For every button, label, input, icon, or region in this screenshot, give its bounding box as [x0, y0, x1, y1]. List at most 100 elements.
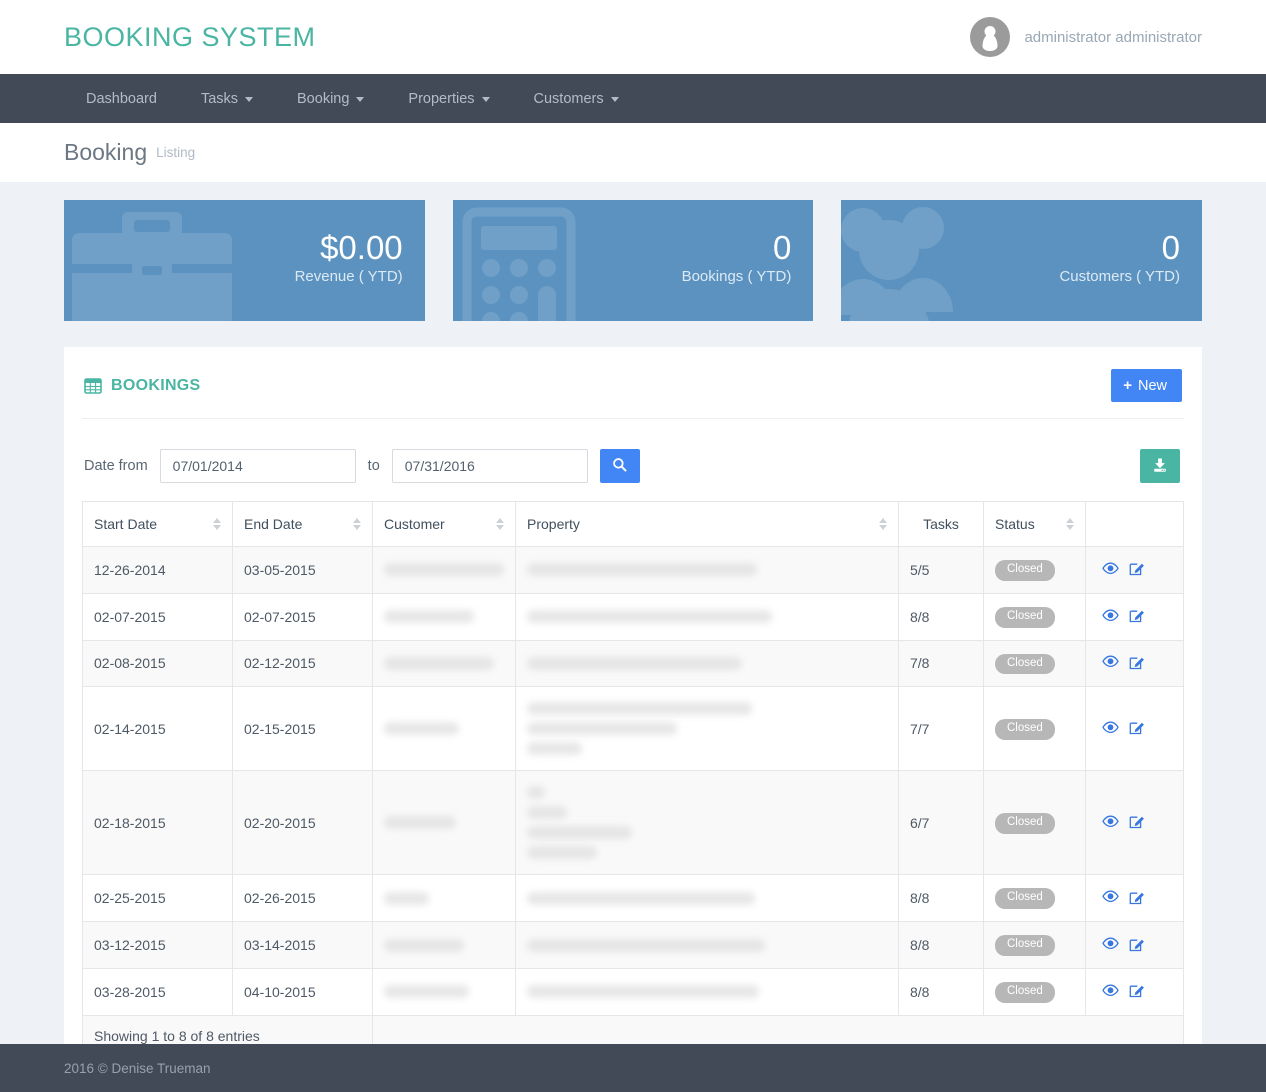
cell-actions: [1085, 921, 1184, 969]
stat-card-label: Customers ( YTD): [1059, 268, 1181, 286]
cell-start-date: 03-28-2015: [82, 967, 233, 1016]
sort-icon[interactable]: [879, 518, 887, 530]
table-row[interactable]: 02-07-2015 02-07-2015 8/8 Closed: [82, 592, 1184, 641]
redacted-text: [527, 563, 757, 577]
redacted-text: [384, 816, 456, 830]
cell-actions: [1085, 639, 1184, 688]
cell-end-date: 03-14-2015: [232, 921, 373, 969]
users-icon: [841, 200, 1021, 321]
nav-item-dashboard[interactable]: Dashboard: [64, 74, 179, 123]
sort-icon[interactable]: [353, 518, 361, 530]
main-navigation: Dashboard Tasks Booking Properties Custo…: [0, 74, 1266, 123]
user-menu[interactable]: administrator administrator: [970, 17, 1202, 57]
export-button[interactable]: [1140, 449, 1180, 483]
redacted-text: [527, 826, 632, 840]
status-badge: Closed: [995, 560, 1055, 581]
cell-end-date: 03-05-2015: [232, 546, 373, 594]
filter-toolbar: Date from to: [82, 419, 1184, 501]
column-label: Status: [995, 516, 1035, 532]
eye-icon[interactable]: [1102, 937, 1119, 953]
eye-icon[interactable]: [1102, 655, 1119, 671]
status-badge: Closed: [995, 653, 1055, 675]
eye-icon[interactable]: [1102, 562, 1119, 578]
redacted-text: [527, 610, 772, 624]
cell-start-date: 02-08-2015: [82, 639, 233, 688]
download-icon: [1152, 457, 1168, 476]
redacted-text: [384, 985, 469, 999]
redacted-text: [527, 742, 582, 756]
page-title: Booking: [64, 139, 148, 165]
cell-customer: [372, 686, 516, 772]
edit-icon[interactable]: [1129, 719, 1145, 738]
eye-icon[interactable]: [1102, 815, 1119, 831]
stat-card-customers[interactable]: 0 Customers ( YTD): [841, 200, 1203, 321]
table-row[interactable]: 12-26-2014 03-05-2015 5/5 Closed: [82, 546, 1184, 594]
cell-start-date: 03-12-2015: [82, 921, 233, 969]
date-to-label: to: [367, 458, 380, 474]
cell-status: Closed: [983, 921, 1086, 969]
cell-status: Closed: [983, 686, 1086, 772]
cell-tasks: 8/8: [898, 967, 984, 1016]
edit-icon[interactable]: [1129, 936, 1145, 955]
nav-item-booking[interactable]: Booking: [275, 74, 386, 123]
eye-icon[interactable]: [1102, 890, 1119, 906]
table-row[interactable]: 02-08-2015 02-12-2015 7/8 Closed: [82, 639, 1184, 688]
edit-icon[interactable]: [1129, 813, 1145, 832]
sort-icon[interactable]: [213, 518, 221, 530]
cell-actions: [1085, 874, 1184, 923]
column-label: Customer: [384, 516, 445, 532]
column-header-start-date[interactable]: Start Date: [82, 501, 233, 547]
table-row[interactable]: 03-12-2015 03-14-2015 8/8 Closed: [82, 921, 1184, 969]
table-row[interactable]: 02-25-2015 02-26-2015 8/8 Closed: [82, 874, 1184, 923]
cell-customer: [372, 546, 516, 594]
app-brand-title[interactable]: BOOKING SYSTEM: [64, 22, 316, 53]
eye-icon[interactable]: [1102, 984, 1119, 1000]
redacted-text: [384, 891, 429, 905]
cell-customer: [372, 592, 516, 641]
nav-item-customers[interactable]: Customers: [512, 74, 641, 123]
cell-tasks: 7/7: [898, 686, 984, 772]
stat-card-revenue[interactable]: $0.00 Revenue ( YTD): [64, 200, 425, 321]
stat-card-value: $0.00: [320, 228, 403, 266]
panel-header: BOOKINGS + New: [82, 369, 1184, 419]
user-name-label: administrator administrator: [1024, 28, 1202, 46]
new-booking-button[interactable]: + New: [1111, 369, 1182, 402]
panel-title: BOOKINGS: [84, 377, 201, 395]
table-row[interactable]: 02-18-2015 02-20-2015 6/7 Closed: [82, 770, 1184, 876]
column-header-customer[interactable]: Customer: [372, 501, 516, 547]
nav-item-tasks[interactable]: Tasks: [179, 74, 275, 123]
cell-property: [515, 770, 899, 876]
status-badge: Closed: [995, 888, 1055, 910]
edit-icon[interactable]: [1129, 654, 1145, 673]
eye-icon[interactable]: [1102, 721, 1119, 737]
cell-property: [515, 921, 899, 969]
edit-icon[interactable]: [1129, 560, 1145, 579]
sort-icon[interactable]: [1066, 518, 1074, 530]
cell-end-date: 02-12-2015: [232, 639, 373, 688]
table-row[interactable]: 03-28-2015 04-10-2015 8/8 Closed: [82, 967, 1184, 1016]
date-from-input[interactable]: [159, 449, 356, 483]
calculator-icon: [453, 200, 633, 321]
bookings-panel: BOOKINGS + New Date from to: [64, 347, 1202, 1085]
chevron-down-icon: [481, 97, 490, 102]
cell-property: [515, 874, 899, 923]
stat-card-bookings[interactable]: 0 Bookings ( YTD): [452, 200, 814, 321]
edit-icon[interactable]: [1129, 607, 1145, 626]
column-label: Start Date: [94, 516, 158, 532]
briefcase-icon: [64, 200, 244, 321]
cell-status: Closed: [983, 967, 1086, 1016]
table-header-row: Start Date End Date Customer Property Ta…: [82, 501, 1184, 547]
table-row[interactable]: 02-14-2015 02-15-2015 7/7 Closed: [82, 686, 1184, 772]
search-button[interactable]: [599, 449, 640, 483]
date-to-input[interactable]: [391, 449, 588, 483]
column-header-property[interactable]: Property: [515, 501, 899, 547]
chevron-down-icon: [610, 97, 619, 102]
column-header-end-date[interactable]: End Date: [232, 501, 373, 547]
eye-icon[interactable]: [1102, 609, 1119, 625]
nav-item-properties[interactable]: Properties: [386, 74, 511, 123]
sort-icon[interactable]: [496, 518, 504, 530]
edit-icon[interactable]: [1129, 982, 1145, 1001]
edit-icon[interactable]: [1129, 889, 1145, 908]
table-body: 12-26-2014 03-05-2015 5/5 Closed 02-07-2015 0…: [82, 546, 1184, 1016]
column-header-status[interactable]: Status: [983, 501, 1086, 547]
